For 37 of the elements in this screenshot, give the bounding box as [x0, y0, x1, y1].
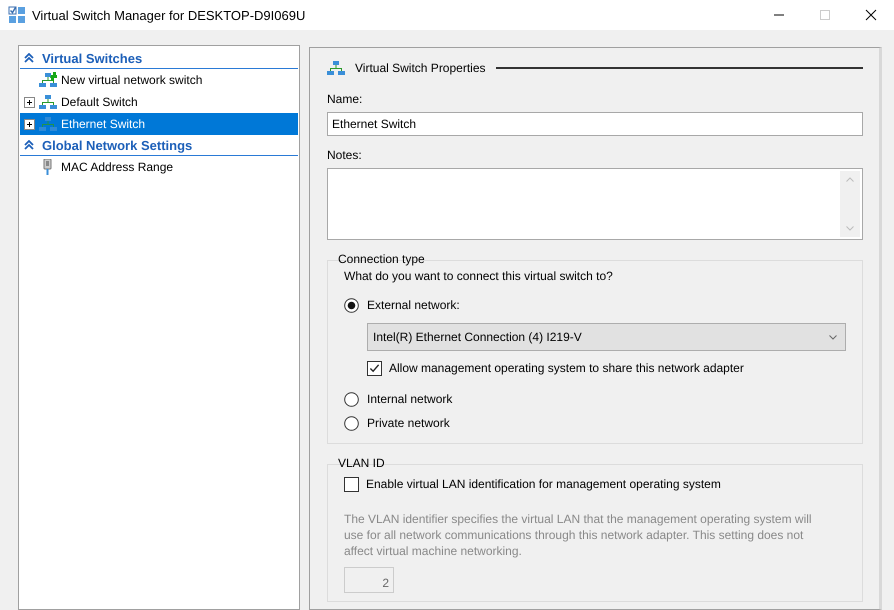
notes-field[interactable] — [327, 168, 863, 240]
radio-button[interactable] — [344, 416, 359, 430]
field-label: Name: — [327, 92, 364, 106]
expand-icon[interactable] — [24, 96, 35, 108]
window-title: Virtual Switch Manager for DESKTOP-D9I069U — [32, 8, 306, 22]
section-header[interactable]: Virtual Switches — [20, 48, 298, 69]
group-title: Connection type — [337, 252, 426, 266]
network-switch-icon — [39, 116, 57, 132]
checkbox-option[interactable]: Allow management operating system to share this network adapter — [367, 355, 744, 381]
radio-option[interactable]: Private network — [344, 411, 450, 435]
section-title: Virtual Switch Properties — [355, 61, 486, 75]
tree-item[interactable]: New virtual network switch — [20, 69, 298, 91]
tree-item[interactable]: Default Switch — [20, 91, 298, 113]
tree-item[interactable]: Ethernet Switch — [20, 113, 298, 135]
maximize-icon — [819, 9, 831, 21]
radio-option[interactable]: Internal network — [344, 387, 452, 411]
expand-icon[interactable] — [24, 118, 35, 130]
tree-item[interactable]: MAC Address Range — [20, 156, 298, 178]
network-switch-icon — [327, 60, 345, 76]
collapse-icon[interactable] — [24, 53, 34, 63]
section-header[interactable]: Global Network Settings — [20, 135, 298, 156]
close-icon — [865, 9, 877, 21]
checkbox[interactable] — [367, 360, 382, 376]
field-label: Notes: — [327, 148, 363, 162]
group-title: VLAN ID — [337, 456, 386, 470]
add-switch-icon — [39, 72, 57, 88]
app-icon — [8, 6, 26, 24]
caret-icon — [829, 334, 837, 340]
radio-button[interactable] — [344, 392, 359, 406]
name-field[interactable]: Ethernet Switch — [327, 112, 863, 136]
description-text: The VLAN identifier specifies the virtual LAN that the management operating system will use for all network communications through this network adapter. This setting does not affect virtual machine networking. — [344, 511, 813, 559]
network-switch-icon — [39, 94, 57, 110]
adapter-dropdown[interactable]: Intel(R) Ethernet Connection (4) I219-V — [367, 323, 846, 351]
question-text: What do you want to connect this virtual switch to? — [344, 269, 614, 283]
radio-button[interactable] — [344, 298, 359, 312]
collapse-icon[interactable] — [24, 140, 34, 150]
radio-option[interactable]: External network: — [344, 293, 460, 317]
